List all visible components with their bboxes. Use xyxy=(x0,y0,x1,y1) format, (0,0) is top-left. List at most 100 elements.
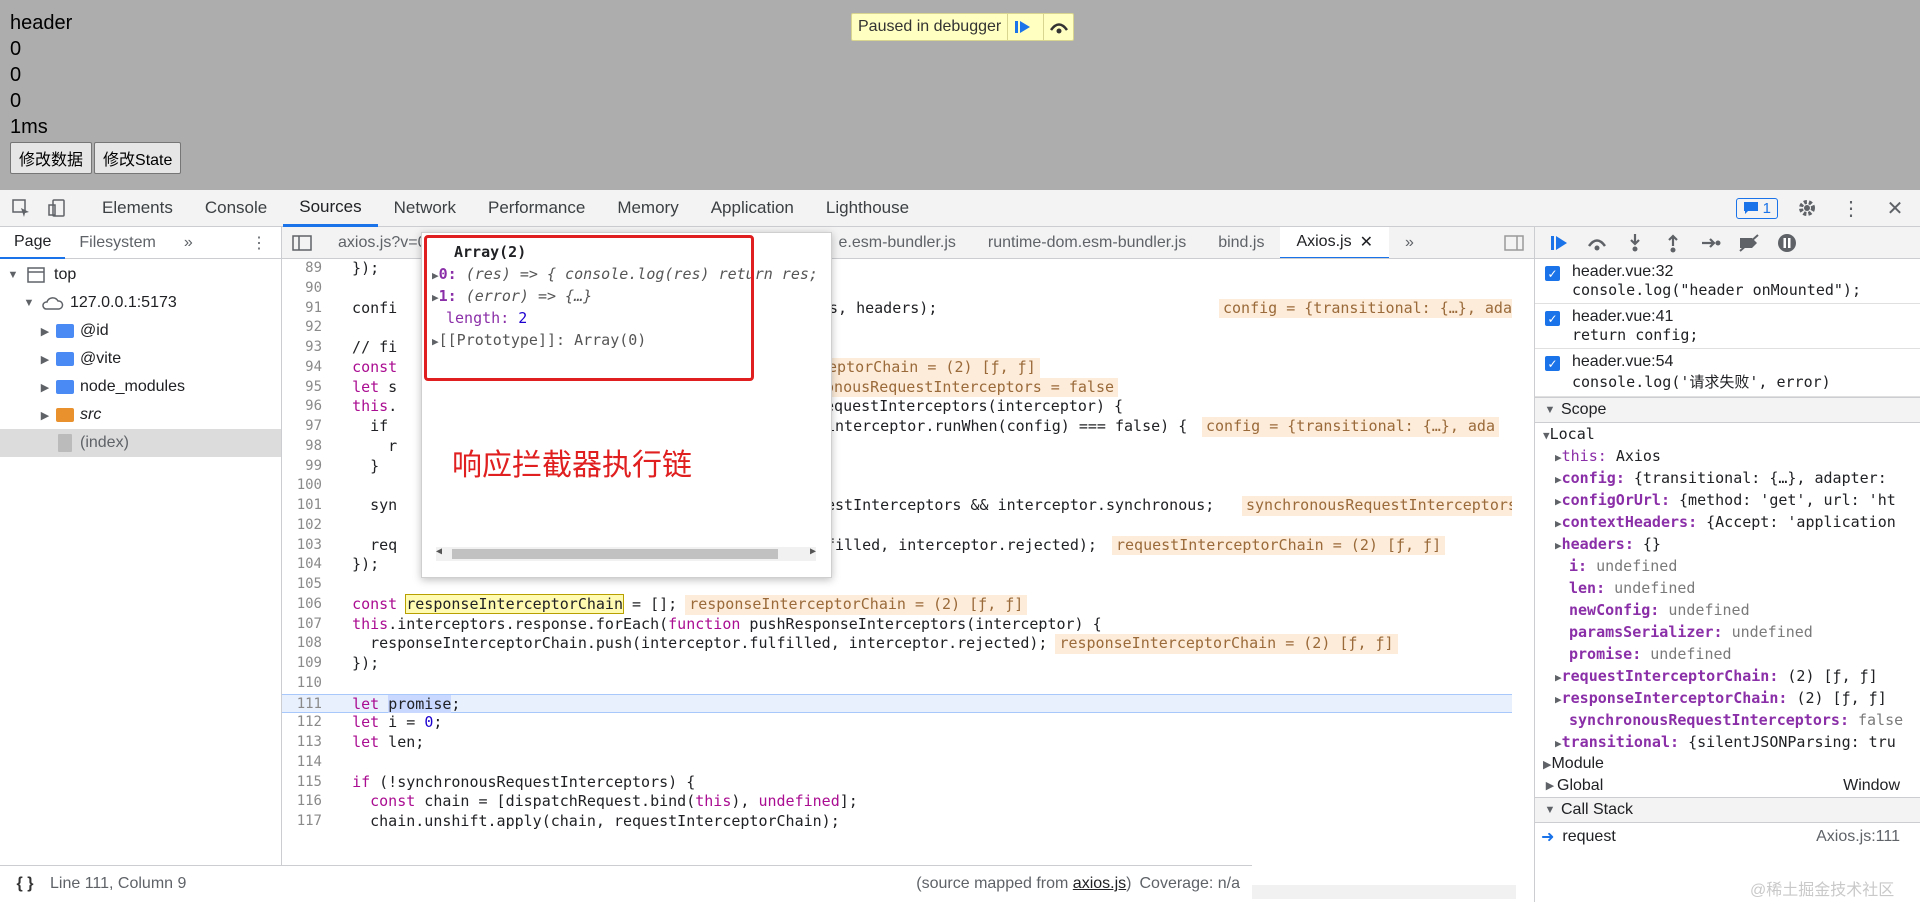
tab-performance[interactable]: Performance xyxy=(472,190,601,227)
editor-tab[interactable]: e.esm-bundler.js xyxy=(823,227,972,258)
breakpoint-item[interactable]: ✓ header.vue:41 return config; xyxy=(1535,304,1920,349)
code-line[interactable]: 116 const chain = [dispatchRequest.bind(… xyxy=(282,792,1512,812)
tab-console[interactable]: Console xyxy=(189,190,283,227)
line-number[interactable]: 115 xyxy=(282,773,334,793)
scroll-left-icon[interactable]: ◀ xyxy=(436,546,442,557)
deactivate-breakpoints-button[interactable] xyxy=(1737,231,1761,255)
step-over-button[interactable] xyxy=(1043,14,1073,40)
call-stack-frame[interactable]: ➜ request Axios.js:111 xyxy=(1535,823,1920,851)
tree-item-folder[interactable]: ▶ node_modules xyxy=(0,373,281,401)
tree-item-folder[interactable]: ▶ @id xyxy=(0,317,281,345)
line-number[interactable]: 104 xyxy=(282,555,334,575)
scope-variable[interactable]: ▶contextHeaders: {Accept: 'application xyxy=(1535,511,1920,533)
scope-global[interactable]: ▶ Global Window xyxy=(1535,775,1920,797)
editor-tab[interactable]: bind.js xyxy=(1202,227,1280,258)
tree-item-top[interactable]: ▼ top xyxy=(0,261,281,289)
code-line[interactable]: 111 let promise; xyxy=(282,693,1512,714)
code-line[interactable]: 110 xyxy=(282,674,1512,694)
close-tab-icon[interactable]: ✕ xyxy=(1360,232,1373,252)
code-line[interactable]: 106 const responseInterceptorChain = [];… xyxy=(282,593,1512,615)
line-number[interactable]: 99 xyxy=(282,457,334,477)
line-number[interactable]: 98 xyxy=(282,437,334,457)
device-toolbar-icon[interactable] xyxy=(42,193,72,223)
line-number[interactable]: 108 xyxy=(282,634,334,654)
scrollbar-thumb[interactable] xyxy=(452,549,778,559)
inspect-element-icon[interactable] xyxy=(6,193,36,223)
code-line[interactable]: 113 let len; xyxy=(282,733,1512,753)
line-number[interactable]: 100 xyxy=(282,476,334,496)
tab-page[interactable]: Page xyxy=(0,227,66,259)
line-number[interactable]: 97 xyxy=(282,417,334,437)
scope-variable[interactable]: ▶configOrUrl: {method: 'get', url: 'ht xyxy=(1535,489,1920,511)
line-number[interactable]: 95 xyxy=(282,378,334,398)
code-line[interactable]: 112 let i = 0; xyxy=(282,713,1512,733)
scope-variable[interactable]: paramsSerializer: undefined xyxy=(1535,621,1920,643)
scope-header[interactable]: ▼ Scope xyxy=(1535,397,1920,423)
code-line[interactable]: 115 if (!synchronousRequestInterceptors)… xyxy=(282,773,1512,793)
line-number[interactable]: 102 xyxy=(282,516,334,536)
tab-network[interactable]: Network xyxy=(378,190,472,227)
tree-item-folder[interactable]: ▶ @vite xyxy=(0,345,281,373)
scope-variable[interactable]: synchronousRequestInterceptors: false xyxy=(1535,709,1920,731)
line-number[interactable]: 107 xyxy=(282,615,334,635)
scope-variable[interactable]: newConfig: undefined xyxy=(1535,599,1920,621)
toggle-debugger-icon[interactable] xyxy=(1494,227,1534,258)
toggle-navigator-icon[interactable] xyxy=(282,227,322,258)
tab-sources[interactable]: Sources xyxy=(283,190,378,227)
source-mapped-link[interactable]: axios.js xyxy=(1073,875,1126,892)
pretty-print-icon[interactable]: { } xyxy=(0,875,50,893)
scope-variable[interactable]: ▶headers: {} xyxy=(1535,533,1920,555)
tree-item-file[interactable]: (index) xyxy=(0,429,281,457)
step-button[interactable] xyxy=(1699,231,1723,255)
checkbox-checked-icon[interactable]: ✓ xyxy=(1545,266,1560,281)
scope-variable[interactable]: ▶this: Axios xyxy=(1535,445,1920,467)
line-number[interactable]: 101 xyxy=(282,496,334,516)
line-number[interactable]: 111 xyxy=(282,695,334,713)
line-number[interactable]: 89 xyxy=(282,259,334,279)
scope-module[interactable]: ▶Module xyxy=(1535,753,1920,775)
line-number[interactable]: 91 xyxy=(282,299,334,319)
line-number[interactable]: 116 xyxy=(282,792,334,812)
checkbox-checked-icon[interactable]: ✓ xyxy=(1545,311,1560,326)
line-number[interactable]: 109 xyxy=(282,654,334,674)
pause-on-exceptions-button[interactable] xyxy=(1775,231,1799,255)
issues-badge[interactable]: 1 xyxy=(1735,197,1778,219)
scope-variable[interactable]: len: undefined xyxy=(1535,577,1920,599)
line-number[interactable]: 94 xyxy=(282,358,334,378)
line-number[interactable]: 103 xyxy=(282,536,334,556)
scope-variable[interactable]: ▶config: {transitional: {…}, adapter: xyxy=(1535,467,1920,489)
editor-tab[interactable]: runtime-dom.esm-bundler.js xyxy=(972,227,1202,258)
popover-scrollbar[interactable]: ◀ ▶ xyxy=(436,546,816,561)
gear-icon[interactable] xyxy=(1792,193,1822,223)
tab-elements[interactable]: Elements xyxy=(86,190,189,227)
checkbox-checked-icon[interactable]: ✓ xyxy=(1545,356,1560,371)
line-number[interactable]: 114 xyxy=(282,753,334,773)
modify-state-button[interactable]: 修改State xyxy=(94,142,182,174)
code-line[interactable]: 107 this.interceptors.response.forEach(f… xyxy=(282,615,1512,635)
tab-lighthouse[interactable]: Lighthouse xyxy=(810,190,925,227)
code-line[interactable]: 117 chain.unshift.apply(chain, requestIn… xyxy=(282,812,1512,829)
line-number[interactable]: 90 xyxy=(282,279,334,299)
line-number[interactable]: 105 xyxy=(282,575,334,595)
modify-data-button[interactable]: 修改数据 xyxy=(10,142,93,174)
scope-variable[interactable]: ▶responseInterceptorChain: (2) [ƒ, ƒ] xyxy=(1535,687,1920,709)
code-line[interactable]: 108 responseInterceptorChain.push(interc… xyxy=(282,634,1512,654)
line-number[interactable]: 110 xyxy=(282,674,334,694)
tab-application[interactable]: Application xyxy=(695,190,810,227)
more-tabs-icon[interactable]: » xyxy=(170,227,207,259)
editor-tab-active[interactable]: Axios.js ✕ xyxy=(1280,227,1389,258)
line-number[interactable]: 96 xyxy=(282,397,334,417)
tree-item-host[interactable]: ▼ 127.0.0.1:5173 xyxy=(0,289,281,317)
call-stack-header[interactable]: ▼ Call Stack xyxy=(1535,797,1920,823)
code-line[interactable]: 114 xyxy=(282,753,1512,773)
line-number[interactable]: 112 xyxy=(282,713,334,733)
line-number[interactable]: 106 xyxy=(282,595,334,615)
scope-variable[interactable]: ▶requestInterceptorChain: (2) [ƒ, ƒ] xyxy=(1535,665,1920,687)
line-number[interactable]: 92 xyxy=(282,318,334,338)
more-vertical-icon[interactable]: ⋮ xyxy=(237,227,281,259)
hovered-token[interactable]: responseInterceptorChain xyxy=(405,593,624,614)
tree-item-folder[interactable]: ▶ src xyxy=(0,401,281,429)
scope-variable[interactable]: promise: undefined xyxy=(1535,643,1920,665)
line-number[interactable]: 93 xyxy=(282,338,334,358)
scope-variable[interactable]: ▶transitional: {silentJSONParsing: tru xyxy=(1535,731,1920,753)
